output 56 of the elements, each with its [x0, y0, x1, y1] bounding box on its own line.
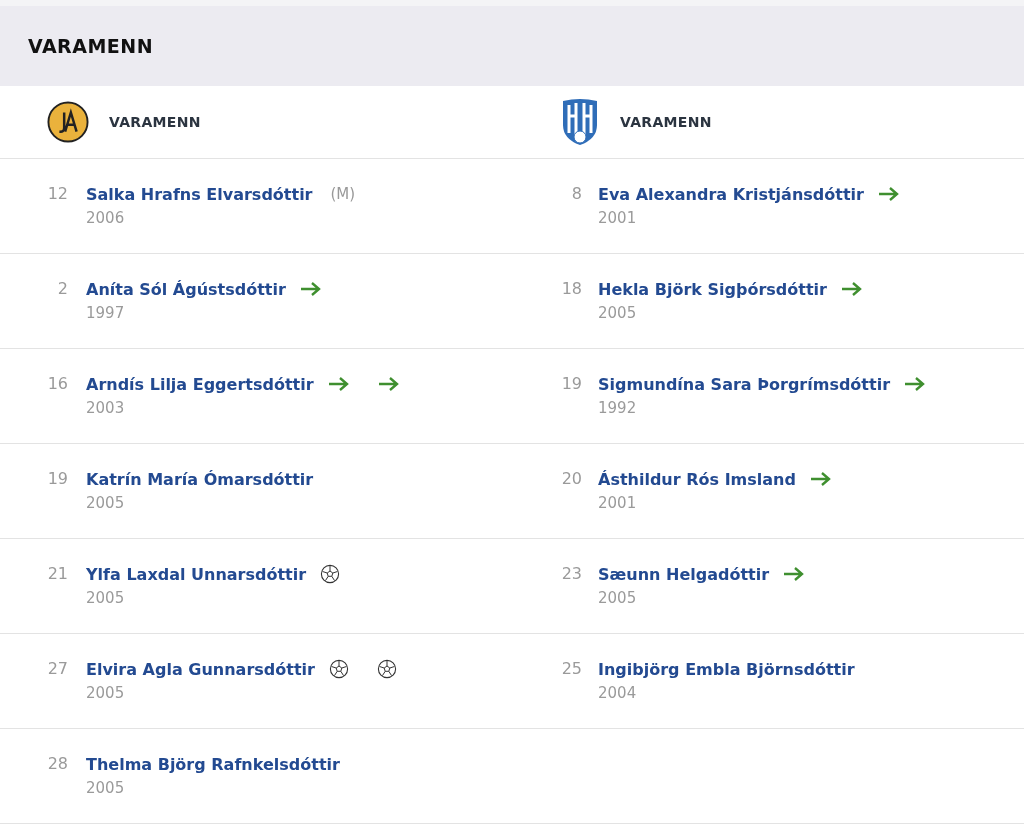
- arrow-right-icon: [377, 376, 400, 392]
- player-name-link[interactable]: Aníta Sól Ágústsdóttir: [86, 279, 286, 299]
- shirt-number: 12: [46, 183, 69, 205]
- shirt-number: 28: [46, 753, 69, 775]
- player-name-link[interactable]: Katrín María Ómarsdóttir: [86, 469, 314, 489]
- birth-year: 1997: [86, 303, 126, 324]
- arrow-right-icon: [877, 186, 900, 202]
- birth-year: 2001: [598, 493, 638, 514]
- club-crest-icon: [47, 101, 89, 143]
- birth-year: 2004: [598, 683, 638, 704]
- player-note: (M): [330, 185, 356, 203]
- birth-year: 2005: [598, 303, 638, 324]
- section-title: VARAMENN: [28, 35, 154, 57]
- team-section-label: VARAMENN: [109, 114, 201, 130]
- soccer-ball-icon: [376, 659, 397, 679]
- player-name-link[interactable]: Ingibjörg Embla Björnsdóttir: [598, 659, 855, 679]
- shirt-number: 8: [570, 183, 583, 205]
- shirt-number: 20: [560, 468, 583, 490]
- player-name-link[interactable]: Thelma Björg Rafnkelsdóttir: [86, 754, 340, 774]
- player-name-link[interactable]: Elvira Agla Gunnarsdóttir: [86, 659, 315, 679]
- arrow-right-icon: [299, 281, 322, 297]
- arrow-right-icon: [783, 566, 806, 582]
- arrow-right-icon: [809, 471, 832, 487]
- birth-year: 2005: [86, 493, 126, 514]
- shirt-number: 2: [56, 278, 69, 300]
- soccer-ball-icon: [320, 564, 341, 584]
- birth-year: 2005: [86, 778, 126, 799]
- team-section-label: VARAMENN: [620, 114, 712, 130]
- player-name-link[interactable]: Sigmundína Sara Þorgrímsdóttir: [598, 374, 890, 394]
- arrow-right-icon: [327, 376, 350, 392]
- shirt-number: 23: [560, 563, 583, 585]
- shirt-number: 21: [46, 563, 69, 585]
- shirt-number: 18: [560, 278, 583, 300]
- soccer-ball-icon: [328, 659, 349, 679]
- player-name-link[interactable]: Sæunn Helgadóttir: [598, 564, 770, 584]
- birth-year: 2006: [86, 208, 126, 229]
- club-shield-icon: [560, 97, 600, 147]
- shirt-number: 19: [46, 468, 69, 490]
- arrow-right-icon: [840, 281, 863, 297]
- birth-year: 2003: [86, 398, 126, 419]
- birth-year: 2001: [598, 208, 638, 229]
- birth-year: 1992: [598, 398, 638, 419]
- shirt-number: 19: [560, 373, 583, 395]
- arrow-right-icon: [904, 376, 926, 392]
- player-name-link[interactable]: Ylfa Laxdal Unnarsdóttir: [86, 564, 307, 584]
- player-name-link[interactable]: Ásthildur Rós Imsland: [598, 469, 796, 489]
- birth-year: 2005: [86, 683, 126, 704]
- birth-year: 2005: [598, 588, 638, 609]
- birth-year: 2005: [86, 588, 126, 609]
- shirt-number: 27: [46, 658, 69, 680]
- shirt-number: 25: [560, 658, 583, 680]
- player-name-link[interactable]: Hekla Björk Sigþórsdóttir: [598, 279, 827, 299]
- player-name-link[interactable]: Eva Alexandra Kristjánsdóttir: [598, 184, 864, 204]
- shirt-number: 16: [46, 373, 69, 395]
- player-name-link[interactable]: Arndís Lilja Eggertsdóttir: [86, 374, 314, 394]
- player-name-link[interactable]: Salka Hrafns Elvarsdóttir: [86, 184, 313, 204]
